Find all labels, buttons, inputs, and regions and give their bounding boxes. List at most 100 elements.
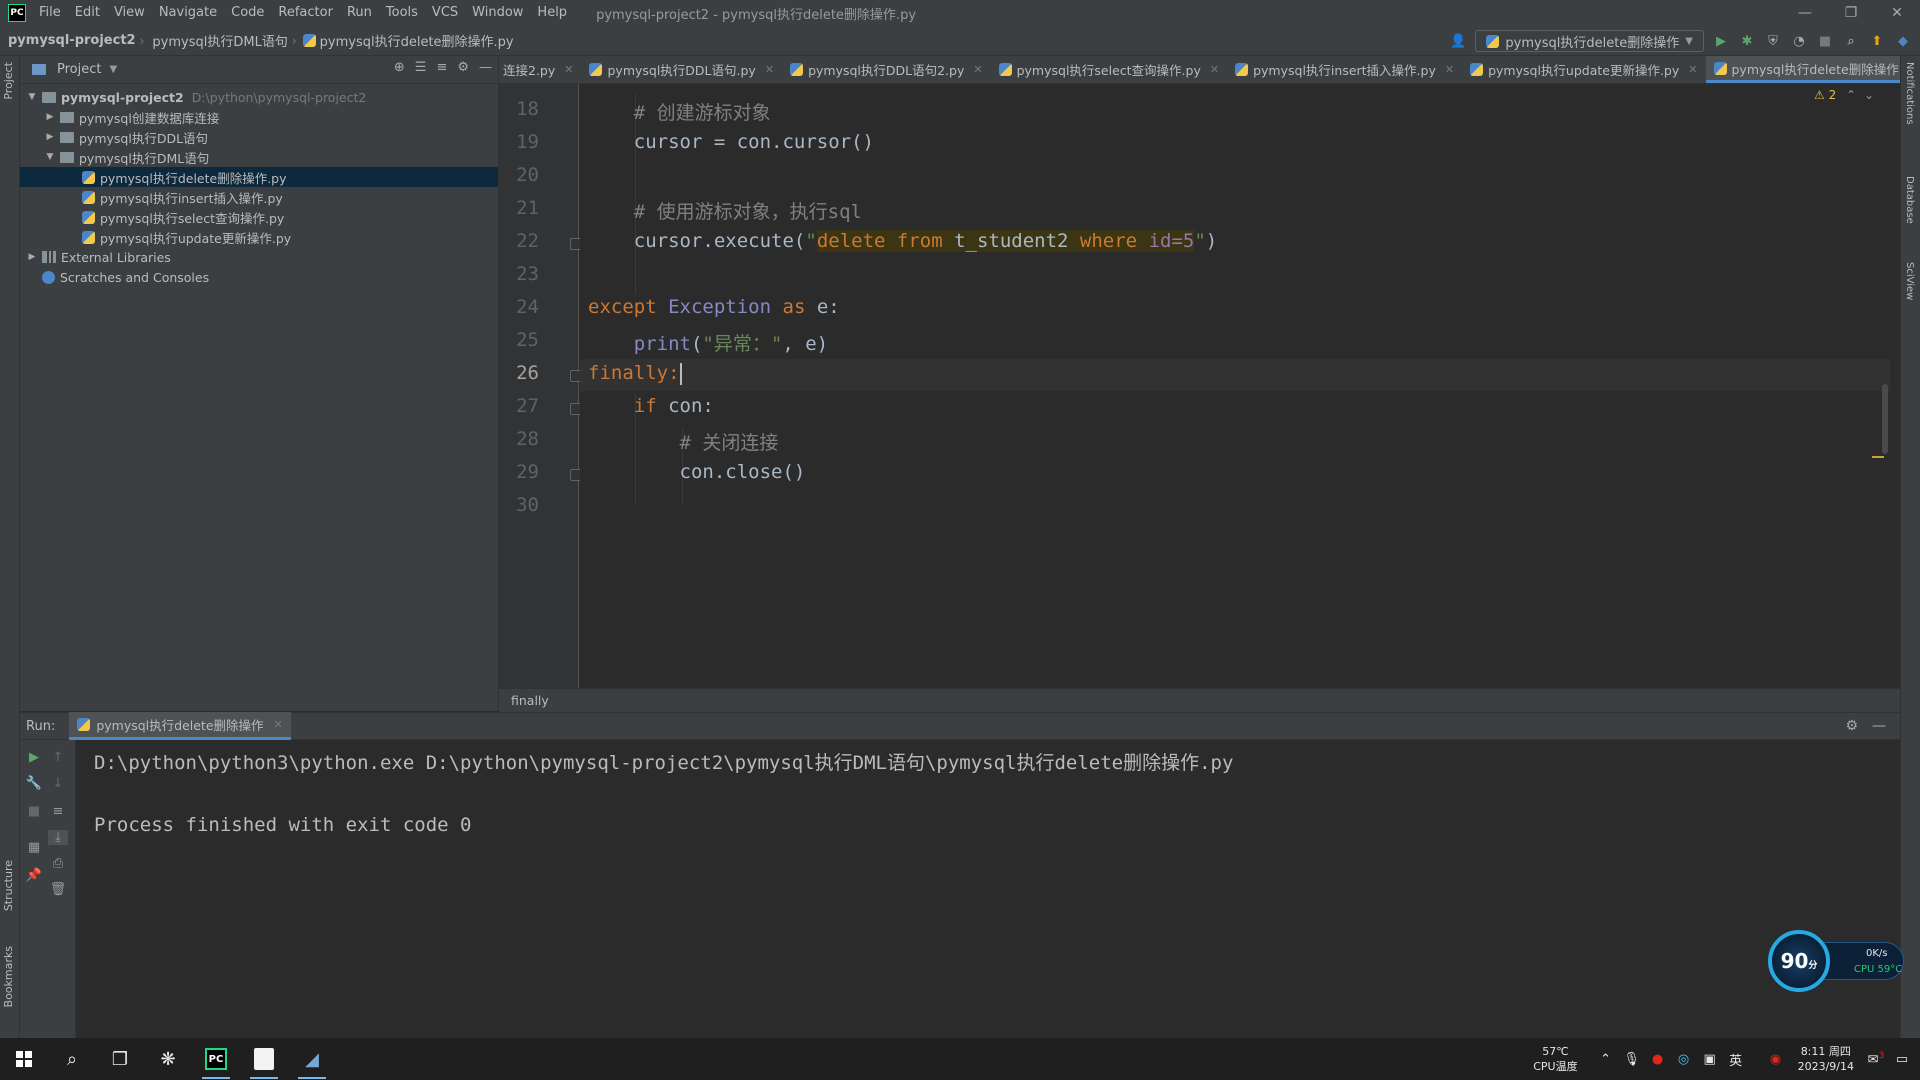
tree-item-external-libraries[interactable]: ▶ External Libraries xyxy=(20,247,498,267)
rerun-icon[interactable]: ▶ xyxy=(24,750,44,765)
chevron-right-icon[interactable]: ▶ xyxy=(44,132,56,142)
pycharm-taskbar-icon[interactable]: PC xyxy=(192,1038,240,1080)
tree-item-file[interactable]: pymysql执行insert插入操作.py xyxy=(20,187,498,207)
tab-delete-active[interactable]: pymysql执行delete删除操作.py ✕ xyxy=(1705,56,1900,83)
chevron-right-icon[interactable]: ▶ xyxy=(44,112,56,122)
hide-panel-icon[interactable]: — xyxy=(1872,718,1886,734)
chevron-right-icon[interactable]: ▶ xyxy=(26,252,38,262)
scroll-to-end-icon[interactable]: ⤓ xyxy=(48,830,68,845)
tab-update[interactable]: pymysql执行update更新操作.py ✕ xyxy=(1462,56,1705,83)
sciview-tool-button[interactable]: SciView xyxy=(1904,262,1915,300)
notifications-tool-button[interactable]: Notifications xyxy=(1904,62,1915,125)
action-center-icon[interactable]: ▭ xyxy=(1892,1052,1912,1067)
user-icon[interactable]: 👤 xyxy=(1449,32,1467,50)
tab-ddl2[interactable]: pymysql执行DDL语句2.py ✕ xyxy=(782,56,991,83)
close-tab-icon[interactable]: ✕ xyxy=(765,63,774,76)
arrow-down-icon[interactable]: ↓ xyxy=(48,776,68,791)
tree-item-folder[interactable]: ▼ pymysql执行DML语句 xyxy=(20,147,498,167)
notepad-taskbar-icon[interactable] xyxy=(240,1038,288,1080)
tab-connection2[interactable]: 连接2.py ✕ xyxy=(499,56,581,83)
close-tab-icon[interactable]: ✕ xyxy=(973,63,982,76)
run-configuration-select[interactable]: pymysql执行delete删除操作 ▼ xyxy=(1475,30,1704,52)
restore-icon[interactable]: ❐ xyxy=(1828,0,1874,26)
chevron-up-icon[interactable]: ⌃ xyxy=(1846,88,1856,102)
system-monitor-widget[interactable]: 90 分 0K/s CPU 59°C xyxy=(1768,930,1906,994)
menu-code[interactable]: Code xyxy=(224,0,271,26)
menu-help[interactable]: Help xyxy=(530,0,574,26)
menu-refactor[interactable]: Refactor xyxy=(271,0,340,26)
ime-indicator[interactable]: 英 xyxy=(1726,1050,1746,1069)
pycharm-logo-icon[interactable]: PC xyxy=(8,4,26,22)
coverage-icon[interactable]: ⛨ xyxy=(1764,32,1782,50)
menu-vcs[interactable]: VCS xyxy=(425,0,465,26)
tab-select[interactable]: pymysql执行select查询操作.py ✕ xyxy=(991,56,1228,83)
run-console[interactable]: D:\python\python3\python.exe D:\python\p… xyxy=(76,740,1900,1038)
menu-run[interactable]: Run xyxy=(340,0,379,26)
warning-indicator[interactable]: ⚠ 2 ⌃ ⌄ xyxy=(1814,88,1874,102)
breadcrumb-file[interactable]: pymysql执行delete删除操作.py xyxy=(316,31,518,50)
tab-ddl[interactable]: pymysql执行DDL语句.py ✕ xyxy=(581,56,782,83)
soft-wrap-icon[interactable]: ≡ xyxy=(48,804,68,819)
chat-icon[interactable]: ✉3 xyxy=(1866,1051,1886,1067)
pin-icon[interactable]: 📌 xyxy=(24,868,44,883)
layout-icon[interactable]: ▦ xyxy=(24,840,44,855)
menu-tools[interactable]: Tools xyxy=(379,0,425,26)
chevron-up-icon[interactable]: ⌃ xyxy=(1596,1052,1616,1067)
minimize-icon[interactable]: — xyxy=(1782,0,1828,26)
stop-icon[interactable]: ■ xyxy=(1816,32,1834,50)
expand-all-icon[interactable]: ☰ xyxy=(415,60,427,75)
antivirus-icon[interactable]: ◉ xyxy=(1766,1052,1786,1067)
tree-root[interactable]: ▼ pymysql-project2 D:\python\pymysql-pro… xyxy=(20,87,498,107)
search-icon[interactable]: ⌕ xyxy=(48,1038,96,1080)
menu-view[interactable]: View xyxy=(107,0,152,26)
cpu-temperature[interactable]: 57℃ CPU温度 xyxy=(1533,1044,1577,1074)
gear-icon[interactable]: ⚙ xyxy=(457,60,469,75)
chevron-down-icon[interactable]: ▼ xyxy=(26,92,38,102)
tab-insert[interactable]: pymysql执行insert插入操作.py ✕ xyxy=(1227,56,1462,83)
warning-stripe-mark[interactable] xyxy=(1872,456,1884,458)
arrow-up-icon[interactable]: ↑ xyxy=(48,750,68,765)
tree-item-file-selected[interactable]: pymysql执行delete删除操作.py xyxy=(20,167,498,187)
close-tab-icon[interactable]: ✕ xyxy=(1688,63,1697,76)
close-tab-icon[interactable]: ✕ xyxy=(1210,63,1219,76)
tree-item-scratches[interactable]: Scratches and Consoles xyxy=(20,267,498,287)
chevron-down-icon[interactable]: ⌄ xyxy=(1864,88,1874,102)
run-tab[interactable]: pymysql执行delete删除操作 ✕ xyxy=(69,712,291,740)
chevron-down-icon[interactable]: ▼ xyxy=(109,64,117,75)
close-window-icon[interactable]: ✕ xyxy=(1874,0,1920,26)
collapse-all-icon[interactable]: ≡ xyxy=(436,60,447,75)
clock[interactable]: 8:11 周四 2023/9/14 xyxy=(1798,1044,1854,1074)
trash-icon[interactable]: 🗑 xyxy=(48,882,68,897)
task-view-icon[interactable]: ❐ xyxy=(96,1038,144,1080)
debug-icon[interactable]: ✱ xyxy=(1738,32,1756,50)
database-tool-button[interactable]: Database xyxy=(1904,176,1915,224)
close-tab-icon[interactable]: ✕ xyxy=(564,63,573,76)
hide-panel-icon[interactable]: — xyxy=(479,60,492,75)
dolphin-taskbar-icon[interactable]: ◢ xyxy=(288,1038,336,1080)
display-icon[interactable]: ▣ xyxy=(1700,1052,1720,1067)
start-button[interactable] xyxy=(0,1038,48,1080)
breadcrumb-project[interactable]: pymysql-project2 xyxy=(0,33,140,48)
wrench-icon[interactable]: 🔧 xyxy=(24,776,44,791)
code-editor[interactable]: # 创建游标对象 cursor = con.cursor() # 使用游标对象，… xyxy=(580,84,1890,688)
menu-navigate[interactable]: Navigate xyxy=(152,0,224,26)
microphone-icon[interactable]: 🎙 xyxy=(1622,1052,1642,1067)
run-icon[interactable]: ▶ xyxy=(1712,32,1730,50)
app-icon[interactable]: ❋ xyxy=(144,1038,192,1080)
search-icon[interactable]: ⌕ xyxy=(1842,32,1860,50)
breadcrumb-folder[interactable]: pymysql执行DML语句 xyxy=(144,31,291,50)
chevron-down-icon[interactable]: ▼ xyxy=(44,152,56,162)
tree-item-folder[interactable]: ▶ pymysql执行DDL语句 xyxy=(20,127,498,147)
close-tab-icon[interactable]: ✕ xyxy=(1445,63,1454,76)
network-app-icon[interactable]: ◎ xyxy=(1674,1052,1694,1067)
structure-tool-button[interactable]: Structure xyxy=(2,860,15,911)
stop-icon[interactable]: ■ xyxy=(24,804,44,819)
project-tool-button[interactable]: Project xyxy=(2,62,15,100)
editor-breadcrumb-item[interactable]: finally xyxy=(511,693,549,708)
updates-icon[interactable]: ⬆ xyxy=(1868,32,1886,50)
close-tab-icon[interactable]: ✕ xyxy=(274,718,283,731)
profile-icon[interactable]: ◔ xyxy=(1790,32,1808,50)
locate-file-icon[interactable]: ⊕ xyxy=(394,60,405,75)
bookmarks-tool-button[interactable]: Bookmarks xyxy=(2,946,15,1007)
menu-edit[interactable]: Edit xyxy=(68,0,107,26)
